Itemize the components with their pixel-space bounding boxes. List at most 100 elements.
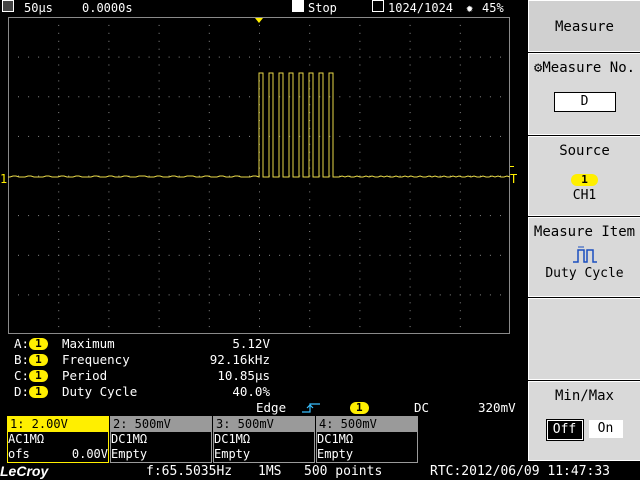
grid-dot xyxy=(439,254,441,256)
duty-cycle-icon xyxy=(529,244,640,266)
channel-badge: 1 xyxy=(29,370,48,382)
grid-dot xyxy=(469,254,471,256)
grid-dot xyxy=(309,24,311,26)
grid-dot xyxy=(178,294,180,296)
grid-dot xyxy=(158,32,160,34)
grid-dot xyxy=(299,215,301,217)
grid-dot xyxy=(359,159,361,161)
grid-dot xyxy=(369,215,371,217)
grid-dot xyxy=(389,294,391,296)
grid-dot xyxy=(469,215,471,217)
grid-dot xyxy=(259,32,260,34)
grid-dot xyxy=(108,127,110,129)
channel-3-settings[interactable]: 3: 500mV DC1MΩ Empty xyxy=(213,416,315,463)
grid-dot xyxy=(18,215,19,217)
grid-dot xyxy=(58,215,60,217)
grid-dot xyxy=(108,32,110,34)
grid-dot xyxy=(359,96,361,98)
grid-dot xyxy=(359,120,361,121)
brightness-icon: ✹ xyxy=(466,1,474,15)
grid-dot xyxy=(158,262,160,264)
channel-4-scale: 4: 500mV xyxy=(317,417,417,432)
grid-dot xyxy=(439,294,441,296)
grid-dot xyxy=(419,215,421,217)
grid-dot xyxy=(28,56,30,58)
grid-dot xyxy=(409,302,411,304)
source-button[interactable]: Source 1 CH1 xyxy=(528,136,640,216)
grid-dot xyxy=(168,254,170,256)
grid-dot xyxy=(138,96,140,98)
grid-dot xyxy=(259,56,260,58)
grid-dot xyxy=(349,56,351,58)
measurement-letter: C: xyxy=(14,368,30,383)
grid-dot xyxy=(208,223,210,225)
grid-dot xyxy=(158,64,160,66)
grid-dot xyxy=(459,191,461,193)
grid-dot xyxy=(500,215,501,217)
grid-dot xyxy=(309,294,311,296)
measure-number-button[interactable]: ⚙Measure No. D xyxy=(528,53,640,135)
grid-dot xyxy=(259,278,260,280)
grid-dot xyxy=(208,262,210,264)
grid-dot xyxy=(58,17,60,18)
grid-dot xyxy=(409,238,411,240)
grid-dot xyxy=(118,294,120,296)
grid-dot xyxy=(459,135,461,137)
min-max-button[interactable]: Min/Max Off On xyxy=(528,381,640,461)
grid-dot xyxy=(208,199,210,201)
trigger-level-marker: T xyxy=(510,172,518,186)
grid-dot xyxy=(108,191,110,193)
grid-dot xyxy=(459,24,461,26)
grid-dot xyxy=(208,294,210,296)
min-max-off-option[interactable]: Off xyxy=(545,419,584,441)
measure-item-button[interactable]: Measure Item Duty Cycle xyxy=(528,217,640,297)
grid-dot xyxy=(459,143,461,145)
grid-dot xyxy=(349,96,351,98)
record-points: 500 points xyxy=(304,464,383,479)
grid-dot xyxy=(108,96,110,98)
grid-dot xyxy=(208,167,210,169)
grid-dot xyxy=(359,254,361,256)
grid-dot xyxy=(269,215,270,217)
grid-dot xyxy=(359,17,361,18)
grid-dot xyxy=(379,254,381,256)
grid-dot xyxy=(158,294,160,296)
channel-badge: 1 xyxy=(29,354,48,366)
grid-dot xyxy=(269,294,270,296)
min-max-on-option[interactable]: On xyxy=(588,420,623,438)
grid-dot xyxy=(58,64,60,66)
channel-2-settings[interactable]: 2: 500mV DC1MΩ Empty xyxy=(110,416,212,463)
run-state: Stop xyxy=(308,1,337,15)
measurement-row: B: 1 Frequency 92.16kHz xyxy=(14,352,270,368)
grid-dot xyxy=(359,135,361,137)
grid-dot xyxy=(359,56,361,58)
grid-dot xyxy=(58,112,60,114)
grid-dot xyxy=(469,294,471,296)
channel-3-coupling: DC1MΩ xyxy=(214,432,251,446)
grid-dot xyxy=(68,135,70,137)
grid-dot xyxy=(349,135,351,137)
grid-dot xyxy=(108,262,110,264)
grid-dot xyxy=(68,215,70,217)
grid-dot xyxy=(259,223,260,225)
source-channel-badge: 1 xyxy=(571,174,598,186)
measurement-list: A: 1 Maximum 5.12V B: 1 Frequency 92.16kHz… xyxy=(0,336,510,400)
grid-dot xyxy=(108,120,110,121)
grid-dot xyxy=(399,175,401,177)
grid-dot xyxy=(409,262,411,264)
grid-dot xyxy=(158,104,160,106)
grid-dot xyxy=(58,183,60,185)
trigger-level: 320mV xyxy=(478,400,516,415)
waveform-display[interactable] xyxy=(8,17,511,334)
grid-dot xyxy=(158,254,160,256)
grid-dot xyxy=(259,286,260,288)
channel-4-settings[interactable]: 4: 500mV DC1MΩ Empty xyxy=(316,416,418,463)
grid-dot xyxy=(108,231,110,232)
grid-dot xyxy=(259,254,260,256)
grid-dot xyxy=(359,286,361,288)
menu-title-label: Measure xyxy=(554,19,614,35)
channel-1-settings[interactable]: 1: 2.00V AC1MΩ ofs 0.00V xyxy=(7,416,109,463)
grid-dot xyxy=(88,96,90,98)
grid-dot xyxy=(459,254,461,256)
grid-dot xyxy=(218,294,220,296)
